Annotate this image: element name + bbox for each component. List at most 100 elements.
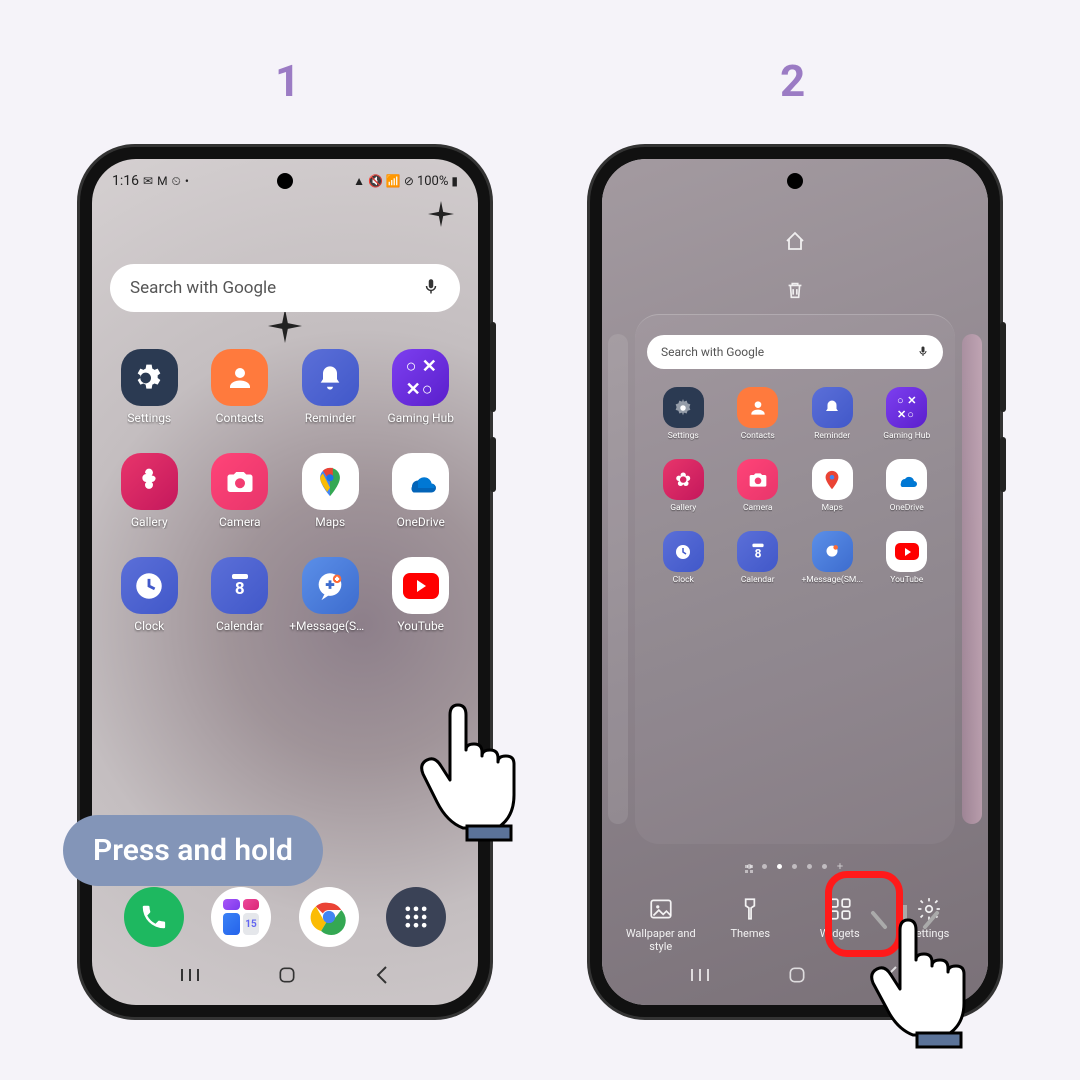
prev-page-preview[interactable] bbox=[608, 334, 628, 824]
page-preview[interactable]: Search with Google Settings Contacts Rem… bbox=[635, 314, 955, 844]
app-onedrive: OneDrive bbox=[871, 459, 944, 513]
page-dot bbox=[792, 864, 797, 869]
set-home-page-icon[interactable] bbox=[783, 229, 807, 257]
nav-home-icon[interactable] bbox=[787, 965, 807, 989]
page-dot-active bbox=[777, 864, 782, 869]
mic-icon[interactable] bbox=[422, 277, 440, 300]
sparkle-icon bbox=[268, 309, 302, 343]
instruction-callout: Press and hold bbox=[63, 815, 323, 886]
clock-icon bbox=[121, 557, 178, 614]
app-maps: Maps bbox=[796, 459, 869, 513]
app-label: Settings bbox=[668, 431, 699, 441]
gaming-hub-icon: ○✕✕○ bbox=[886, 387, 927, 428]
settings-icon bbox=[121, 349, 178, 406]
calendar-icon: 8 bbox=[737, 531, 778, 572]
nav-home-icon[interactable] bbox=[277, 965, 297, 989]
calendar-date: 8 bbox=[235, 581, 245, 598]
dock-apps-icon[interactable] bbox=[386, 887, 446, 947]
dock-widgets-icon[interactable]: 15 bbox=[211, 887, 271, 947]
settings-label: Settings bbox=[909, 927, 949, 940]
nav-bar bbox=[602, 961, 988, 993]
app-label: Maps bbox=[315, 515, 345, 529]
app-label: Reminder bbox=[305, 411, 356, 425]
app-contacts[interactable]: Contacts bbox=[197, 349, 284, 425]
phone-frame-2: Search with Google Settings Contacts Rem… bbox=[590, 147, 1000, 1017]
edit-toolbar: Wallpaper and style Themes Widgets Setti… bbox=[602, 896, 988, 953]
themes-label: Themes bbox=[730, 927, 770, 940]
status-wifi-icon: 📶 bbox=[386, 174, 401, 188]
app-clock[interactable]: Clock bbox=[106, 557, 193, 633]
app-label: Contacts bbox=[741, 431, 775, 441]
clock-icon bbox=[663, 531, 704, 572]
app-label: +Message(SM... bbox=[289, 619, 371, 633]
nav-back-icon[interactable] bbox=[884, 965, 900, 989]
app-reminder[interactable]: Reminder bbox=[287, 349, 374, 425]
sparkle-icon bbox=[428, 201, 454, 227]
app-label: Contacts bbox=[216, 411, 264, 425]
app-label: Gaming Hub bbox=[883, 431, 930, 441]
app-grid: Settings Contacts Reminder ○✕✕○ bbox=[106, 349, 464, 633]
gallery-icon: ✿ bbox=[663, 459, 704, 500]
home-screen-edit-mode[interactable]: Search with Google Settings Contacts Rem… bbox=[602, 159, 988, 1005]
maps-icon bbox=[302, 453, 359, 510]
wallpaper-button[interactable]: Wallpaper and style bbox=[621, 896, 701, 953]
nav-recents-icon[interactable] bbox=[180, 967, 200, 987]
app-settings[interactable]: Settings bbox=[106, 349, 193, 425]
dock: 15 bbox=[110, 887, 460, 947]
reminder-icon bbox=[302, 349, 359, 406]
phone-frame-1: 1:16 ✉ M ⏲ • ▲ 🔇 📶 ⊘ 100% ▮ bbox=[80, 147, 490, 1017]
step-1-label: 1 bbox=[275, 55, 300, 107]
app-label: Gallery bbox=[131, 515, 168, 529]
reminder-icon bbox=[812, 387, 853, 428]
app-calendar: 8 Calendar bbox=[722, 531, 795, 585]
status-dot-icon: • bbox=[185, 174, 189, 188]
next-page-preview[interactable] bbox=[962, 334, 982, 824]
delete-page-icon[interactable] bbox=[784, 279, 806, 305]
app-gaming-hub[interactable]: ○✕✕○ Gaming Hub bbox=[378, 349, 465, 425]
app-camera: Camera bbox=[722, 459, 795, 513]
app-clock: Clock bbox=[647, 531, 720, 585]
app-maps[interactable]: Maps bbox=[287, 453, 374, 529]
status-mute-icon: 🔇 bbox=[368, 174, 383, 188]
google-search-bar[interactable]: Search with Google bbox=[110, 264, 460, 312]
app-message[interactable]: +Message(SM... bbox=[287, 557, 374, 633]
app-label: Camera bbox=[743, 503, 772, 513]
message-icon bbox=[302, 557, 359, 614]
dock-chrome-icon[interactable] bbox=[299, 887, 359, 947]
app-calendar[interactable]: 8 Calendar bbox=[197, 557, 284, 633]
app-gallery[interactable]: Gallery bbox=[106, 453, 193, 529]
app-label: Maps bbox=[822, 503, 843, 513]
gallery-icon bbox=[121, 453, 178, 510]
app-message: +Message(SM... bbox=[796, 531, 869, 585]
add-page-icon[interactable]: + bbox=[837, 864, 843, 869]
onedrive-icon bbox=[886, 459, 927, 500]
settings-icon bbox=[663, 387, 704, 428]
page-indicator: + bbox=[602, 864, 988, 869]
nav-recents-icon[interactable] bbox=[690, 967, 710, 987]
app-label: +Message(SM... bbox=[801, 575, 863, 585]
themes-button[interactable]: Themes bbox=[710, 896, 790, 953]
app-onedrive[interactable]: OneDrive bbox=[378, 453, 465, 529]
dock-phone-icon[interactable] bbox=[124, 887, 184, 947]
google-search-bar-mini: Search with Google bbox=[647, 335, 943, 369]
status-battery-saver-icon: ▲ bbox=[353, 174, 365, 188]
app-gallery: ✿ Gallery bbox=[647, 459, 720, 513]
gaming-hub-icon: ○✕✕○ bbox=[392, 349, 449, 406]
app-youtube[interactable]: YouTube bbox=[378, 557, 465, 633]
app-gaming-hub: ○✕✕○ Gaming Hub bbox=[871, 387, 944, 441]
app-label: Calendar bbox=[741, 575, 775, 585]
camera-punch-hole bbox=[277, 173, 293, 189]
contacts-icon bbox=[737, 387, 778, 428]
app-label: Calendar bbox=[216, 619, 264, 633]
status-m-icon: M bbox=[157, 174, 167, 188]
app-settings: Settings bbox=[647, 387, 720, 441]
app-label: YouTube bbox=[397, 619, 444, 633]
status-clock-icon: ⏲ bbox=[172, 174, 181, 189]
app-reminder: Reminder bbox=[796, 387, 869, 441]
app-label: Reminder bbox=[814, 431, 850, 441]
page-dot bbox=[747, 864, 752, 869]
mic-icon bbox=[917, 345, 929, 360]
app-camera[interactable]: Camera bbox=[197, 453, 284, 529]
search-placeholder: Search with Google bbox=[661, 345, 764, 359]
nav-back-icon[interactable] bbox=[374, 965, 390, 989]
